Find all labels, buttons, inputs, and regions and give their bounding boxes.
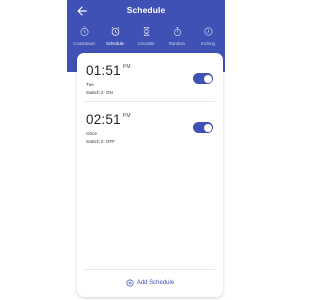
tab-countdown[interactable]: Countdown (69, 26, 99, 52)
schedule-time-value: 02:51 (86, 112, 121, 127)
tab-random[interactable]: Random (162, 26, 192, 52)
tab-schedule[interactable]: Schedule (100, 26, 130, 52)
schedule-time-value: 01:51 (86, 63, 121, 78)
tab-label: Circulate (137, 41, 155, 46)
add-schedule-label: Add Schedule (136, 280, 175, 286)
page-title: Schedule (126, 5, 166, 15)
tab-label: Random (168, 41, 186, 46)
stopwatch-icon (173, 27, 181, 36)
schedule-ampm: PM (122, 113, 131, 119)
schedule-repeat: Once (86, 131, 97, 136)
alarm-clock-icon (111, 27, 119, 36)
tab-inching[interactable]: Inching (193, 26, 223, 52)
schedule-repeat: Tue (86, 82, 94, 87)
add-schedule-button[interactable]: Add Schedule (77, 275, 223, 291)
toggle-knob (203, 74, 212, 83)
schedule-time: 02:51 PM (86, 112, 131, 127)
schedule-list-card: 01:51 PM Tue Switch 2: ON 02:51 PM Once Sw… (77, 53, 223, 297)
divider (85, 269, 215, 270)
toggle-knob (203, 123, 212, 132)
schedule-action: Switch 2: OFF (86, 139, 116, 144)
clock-icon (203, 27, 213, 36)
schedule-item[interactable]: 02:51 PM Once Switch 2: OFF (77, 102, 223, 150)
schedule-toggle[interactable] (193, 122, 213, 133)
plus-circle-icon (126, 279, 134, 287)
schedule-item[interactable]: 01:51 PM Tue Switch 2: ON (77, 53, 223, 101)
tab-label: Countdown (73, 41, 95, 46)
tab-circulate[interactable]: Circulate (131, 26, 161, 52)
timer-icon (79, 26, 89, 36)
hourglass-icon (143, 27, 149, 36)
schedule-ampm: PM (122, 64, 131, 70)
schedule-action: Switch 2: ON (86, 90, 113, 95)
tab-bar: Countdown Schedule Circulate Random Inch… (67, 26, 225, 52)
schedule-time: 01:51 PM (86, 63, 131, 78)
tab-label: Inching (201, 41, 215, 46)
schedule-toggle[interactable] (193, 73, 213, 84)
tab-label: Schedule (106, 41, 124, 46)
